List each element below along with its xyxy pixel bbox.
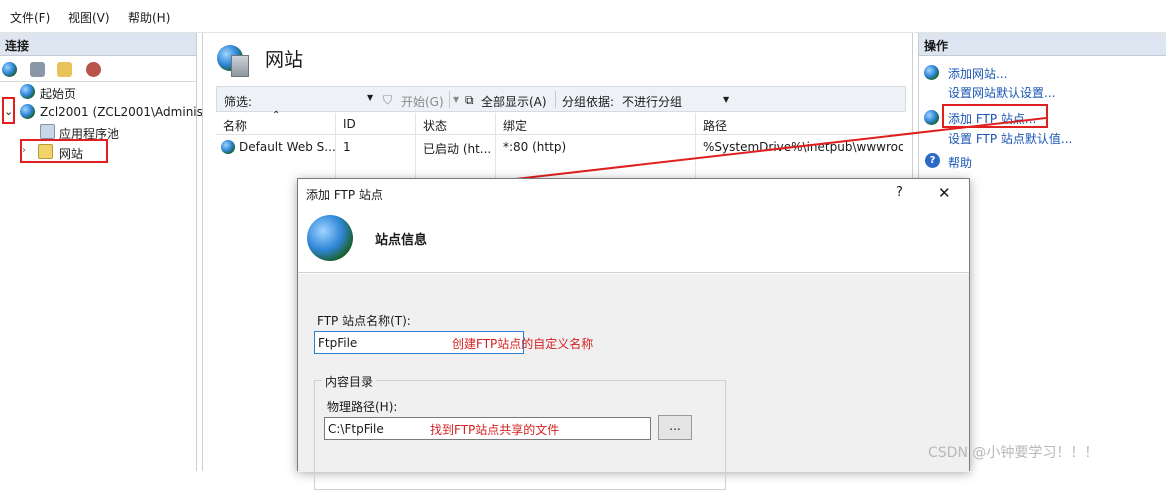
add-ftp-site-dialog: 添加 FTP 站点 ? ✕ 站点信息 FTP 站点名称(T): FtpFile … (297, 178, 970, 490)
site-name-annotation: 创建FTP站点的自定义名称 (452, 337, 594, 351)
ftp-site-name-value: FtpFile (318, 336, 358, 350)
physical-path-value: C:\FtpFile (328, 422, 384, 436)
physical-path-label: 物理路径(H): (327, 400, 398, 414)
dialog-title: 添加 FTP 站点 (306, 188, 383, 202)
dialog-help-button[interactable]: ? (896, 185, 903, 200)
dialog-body: FTP 站点名称(T): FtpFile 创建FTP站点的自定义名称 内容目录 … (298, 274, 969, 490)
browse-button[interactable]: ... (658, 415, 692, 440)
dialog-close-button[interactable]: ✕ (938, 184, 951, 202)
watermark: CSDN @小钟要学习！！！ (928, 445, 1099, 461)
globe-icon (307, 215, 353, 261)
content-directory-label: 内容目录 (322, 373, 377, 390)
dialog-titlebar: 添加 FTP 站点 ? ✕ (298, 179, 969, 207)
site-name-label: FTP 站点名称(T): (317, 314, 411, 328)
physical-path-annotation: 找到FTP站点共享的文件 (430, 423, 560, 437)
dialog-header: 站点信息 (298, 207, 969, 273)
dialog-header-title: 站点信息 (375, 233, 428, 248)
